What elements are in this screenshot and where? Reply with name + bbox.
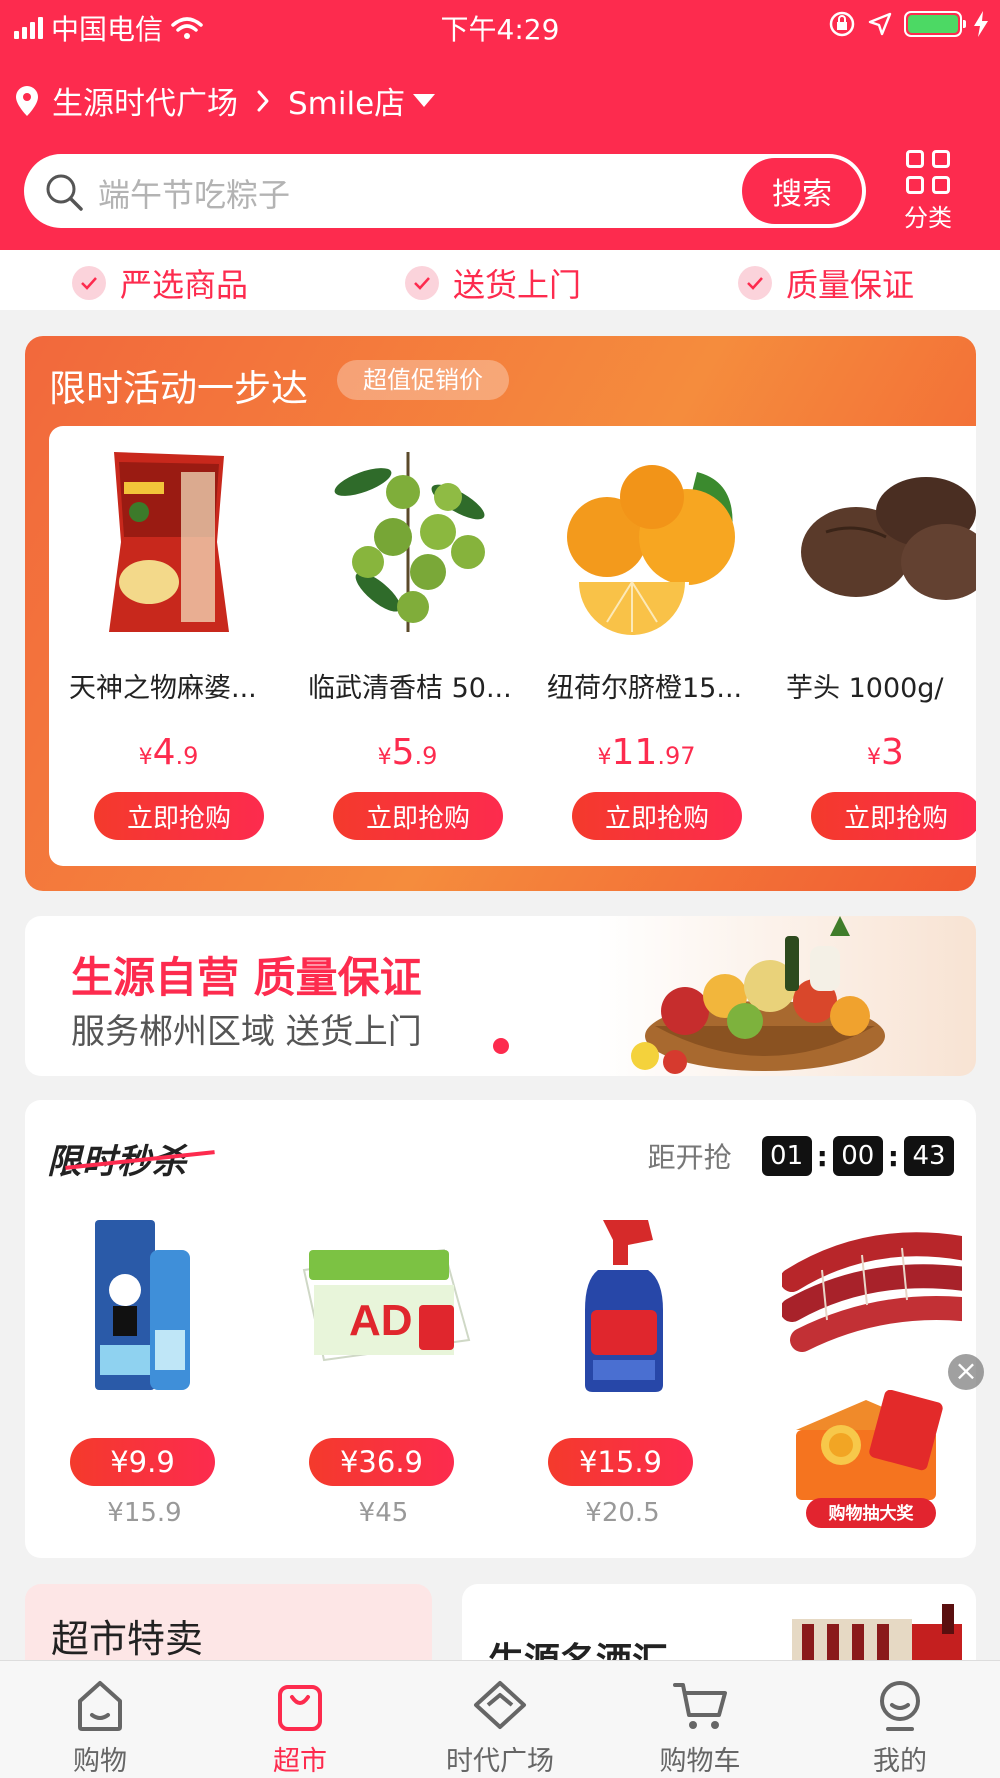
tab-label: 我的 (873, 1746, 927, 1777)
caret-down-icon[interactable] (413, 94, 436, 107)
check-icon (738, 266, 772, 300)
banner-headline: 生源自营 质量保证 (71, 953, 422, 1002)
promo-product[interactable]: 纽荷尔脐橙15... ¥11.97 立即抢购 (527, 426, 766, 866)
ad-calcium-milk-image: AD (302, 1248, 471, 1362)
tab-plaza[interactable]: 时代广场 (400, 1661, 600, 1778)
product-name: 芋头 1000g/ (786, 673, 944, 704)
search-icon (46, 174, 83, 211)
seckill-price: ¥9.9 (70, 1438, 215, 1486)
green-kumquats-image (334, 452, 485, 632)
search-input[interactable]: 端午节吃粽子 (98, 170, 290, 216)
toothpaste-image (95, 1220, 190, 1390)
liquor-gift-box-image (792, 1604, 962, 1664)
location-arrow-icon (868, 12, 892, 36)
map-pin-icon (16, 85, 38, 116)
product-price: ¥4.9 (138, 732, 199, 773)
promo-banner[interactable]: 生源自营 质量保证 服务郴州区域 送货上门 (25, 916, 976, 1076)
flash-promo-card: 限时活动一步达 超值促销价 天神之物麻婆... ¥4.9 立即抢购 临武清香桔 … (25, 336, 976, 891)
original-price: ¥15.9 (107, 1498, 182, 1528)
store-name[interactable]: Smile店 (288, 78, 405, 123)
tab-label: 超市 (273, 1746, 327, 1777)
location-selector[interactable]: 生源时代广场 Smile店 (14, 78, 436, 123)
battery-icon (904, 11, 966, 37)
seckill-product[interactable]: ¥15.9 ¥20.5 (503, 1200, 742, 1540)
assurance-label: 严选商品 (120, 266, 249, 304)
profile-icon (880, 1681, 920, 1731)
bottom-tab-bar: 购物 超市 时代广场 购物车 我的 (0, 1660, 1000, 1778)
original-price: ¥45 (358, 1498, 409, 1528)
assurance-item: 送货上门 (405, 260, 581, 306)
search-button[interactable]: 搜索 (742, 158, 862, 224)
promo-product[interactable]: 天神之物麻婆... ¥4.9 立即抢购 (49, 426, 288, 866)
promo-title: 限时活动一步达 (49, 367, 308, 410)
buy-now-button[interactable]: 立即抢购 (333, 792, 503, 840)
grid-icon (906, 150, 950, 194)
lottery-label: 购物抽大奖 (829, 1503, 915, 1524)
product-name: 纽荷尔脐橙15... (547, 673, 743, 704)
lottery-gift-icon[interactable]: 购物抽大奖 (776, 1390, 960, 1530)
tab-cart[interactable]: 购物车 (600, 1661, 800, 1778)
card-title: 超市特卖 (51, 1617, 204, 1661)
product-name: 临武清香桔 50... (308, 673, 512, 704)
buy-now-button[interactable]: 立即抢购 (572, 792, 742, 840)
svg-text:AD: AD (349, 1296, 413, 1345)
product-price: ¥3 (867, 732, 904, 773)
countdown-minutes: 00 (832, 1136, 883, 1176)
category-button[interactable]: 分类 (896, 150, 960, 233)
search-bar[interactable]: 端午节吃粽子 搜索 (24, 154, 866, 228)
assurance-strip: 严选商品 送货上门 质量保证 (0, 250, 1000, 310)
home-icon (78, 1681, 122, 1731)
location-place[interactable]: 生源时代广场 (52, 78, 238, 123)
seckill-price: ¥15.9 (548, 1438, 693, 1486)
rotation-lock-icon (829, 11, 855, 37)
check-icon (405, 266, 439, 300)
promo-product[interactable]: 芋头 1000g/ ¥3 立即抢购 (766, 426, 976, 866)
chips-bag-image (109, 452, 229, 632)
assurance-label: 质量保证 (786, 266, 915, 304)
seckill-product[interactable]: ¥9.9 ¥15.9 (25, 1200, 264, 1540)
buy-now-button[interactable]: 立即抢购 (811, 792, 976, 840)
countdown: 距开抢 01 : 00 : 43 (648, 1136, 954, 1176)
promo-product-list[interactable]: 天神之物麻婆... ¥4.9 立即抢购 临武清香桔 50... ¥5.9 立即抢… (49, 426, 976, 866)
buy-now-button[interactable]: 立即抢购 (94, 792, 264, 840)
tab-label: 购物车 (659, 1746, 741, 1777)
assurance-item: 质量保证 (738, 260, 914, 306)
product-price: ¥11.97 (597, 732, 696, 773)
promo-tag: 超值促销价 (337, 360, 509, 400)
seckill-price: ¥36.9 (309, 1438, 454, 1486)
product-name: 天神之物麻婆... (69, 673, 257, 704)
assurance-label: 送货上门 (453, 266, 582, 304)
diamond-icon (474, 1681, 526, 1729)
app-header: 中国电信 下午4:29 生源时代广场 Smile店 端午节吃粽子 搜索 分类 (0, 0, 1000, 250)
close-icon[interactable]: × (948, 1354, 984, 1390)
banner-subline: 服务郴州区域 送货上门 (71, 1012, 422, 1052)
tab-profile[interactable]: 我的 (800, 1661, 1000, 1778)
banner-pagination-dot (493, 1038, 509, 1054)
chevron-right-icon (257, 90, 269, 111)
product-price: ¥5.9 (377, 732, 438, 773)
spray-cleaner-image (585, 1220, 663, 1392)
tab-supermarket[interactable]: 超市 (200, 1661, 400, 1778)
tab-label: 购物 (73, 1746, 127, 1777)
navel-oranges-image (567, 465, 735, 639)
cart-icon (673, 1683, 727, 1729)
shopping-bag-icon (278, 1685, 322, 1731)
check-icon (72, 266, 106, 300)
seckill-product[interactable]: AD ¥36.9 ¥45 (264, 1200, 503, 1540)
tab-label: 时代广场 (446, 1746, 554, 1777)
promo-product[interactable]: 临武清香桔 50... ¥5.9 立即抢购 (288, 426, 527, 866)
countdown-label: 距开抢 (647, 1141, 732, 1174)
status-bar: 中国电信 下午4:29 (0, 0, 1000, 50)
charging-icon (974, 11, 988, 37)
original-price: ¥20.5 (585, 1498, 660, 1528)
fruit-basket-image (631, 916, 885, 1074)
countdown-seconds: 43 (904, 1136, 954, 1176)
category-label: 分类 (904, 204, 952, 232)
countdown-hours: 01 (761, 1136, 812, 1176)
assurance-item: 严选商品 (72, 260, 248, 306)
taro-image (801, 477, 976, 600)
sausages-image (782, 1232, 962, 1352)
tab-shopping[interactable]: 购物 (0, 1661, 200, 1778)
